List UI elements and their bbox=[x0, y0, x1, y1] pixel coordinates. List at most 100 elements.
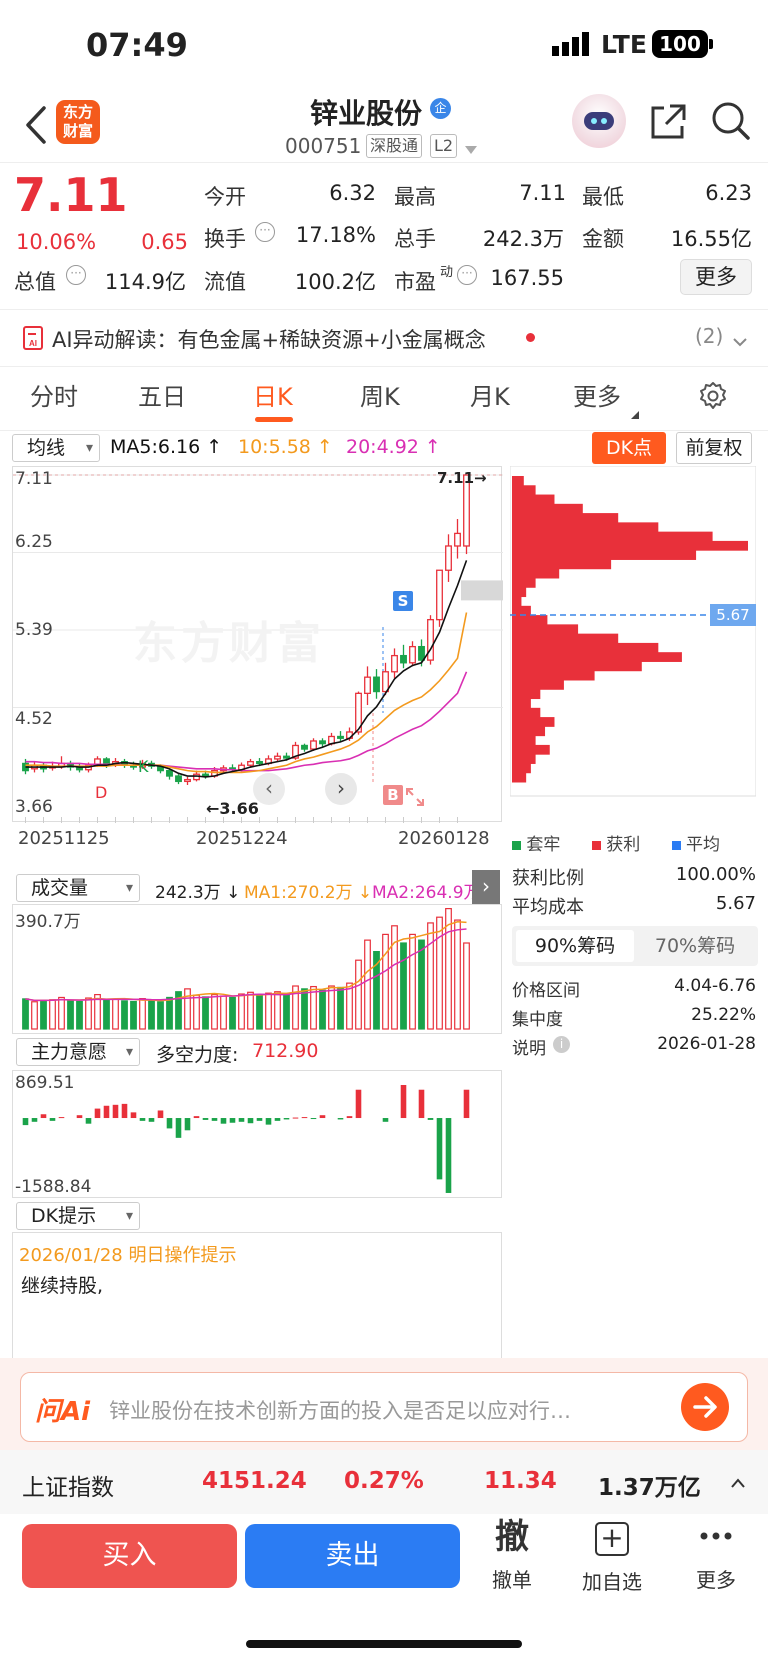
x-tick: 20251125 bbox=[18, 828, 110, 849]
add-watchlist-button[interactable]: + 加自选 bbox=[576, 1514, 648, 1604]
sell-button[interactable]: 卖出 bbox=[245, 1524, 460, 1588]
volume-indicator-select[interactable]: 成交量 bbox=[16, 874, 140, 902]
more-button[interactable]: 更多 bbox=[680, 259, 752, 295]
scroll-left-button[interactable]: ‹ bbox=[253, 773, 285, 805]
tab-more[interactable]: 更多 bbox=[573, 377, 621, 412]
ai-robot-avatar[interactable] bbox=[572, 94, 626, 148]
power-bar bbox=[265, 1118, 272, 1125]
dk-hint-select[interactable]: DK提示 bbox=[16, 1202, 140, 1230]
add-watchlist-label: 加自选 bbox=[582, 1570, 642, 1594]
more-menu-button[interactable]: 更多 bbox=[680, 1514, 752, 1604]
candle-body bbox=[382, 671, 389, 693]
tab-intraday[interactable]: 分时 bbox=[30, 377, 78, 412]
stock-code: 000751 bbox=[285, 134, 362, 158]
ma10-readout: 10:5.58 ↑ bbox=[238, 436, 333, 458]
volume-bar bbox=[247, 991, 254, 1030]
cancel-order-button[interactable]: 撤 撤单 bbox=[476, 1514, 548, 1604]
chip-bar bbox=[512, 596, 522, 607]
battery-level: 100 bbox=[659, 32, 701, 56]
index-pct: 0.27% bbox=[344, 1468, 424, 1494]
power-bar bbox=[220, 1118, 227, 1124]
adjust-price-button[interactable]: 前复权 bbox=[676, 432, 752, 464]
volume-bar bbox=[148, 1000, 155, 1030]
buy-signal-marker[interactable]: B bbox=[383, 785, 403, 805]
sell-signal-marker[interactable]: S bbox=[393, 591, 413, 611]
turnover-value: 17.18% bbox=[295, 223, 376, 247]
chevron-up-icon[interactable] bbox=[730, 1474, 746, 1493]
y-tick: 6.25 bbox=[15, 532, 53, 552]
scroll-right-button[interactable]: › bbox=[325, 773, 357, 805]
chevron-right-icon[interactable]: › bbox=[472, 870, 500, 904]
tab-90-chips[interactable]: 90%筹码 bbox=[516, 930, 634, 962]
mcap-value: 114.9亿 bbox=[104, 270, 186, 294]
home-indicator bbox=[246, 1640, 522, 1648]
tab-five-day[interactable]: 五日 bbox=[138, 377, 186, 412]
back-icon[interactable] bbox=[22, 102, 52, 148]
candle-body bbox=[337, 735, 344, 739]
power-bar bbox=[301, 1117, 308, 1119]
candle-body bbox=[319, 740, 326, 745]
watermark: 东方财富 bbox=[133, 618, 325, 669]
send-arrow-icon[interactable] bbox=[681, 1383, 729, 1431]
ask-ai-input[interactable]: 问Ai 锌业股份在技术创新方面的投入是否足以应对行… bbox=[20, 1372, 748, 1442]
ask-ai-placeholder: 锌业股份在技术创新方面的投入是否足以应对行… bbox=[109, 1399, 571, 1423]
candle-body bbox=[391, 654, 398, 673]
gear-icon[interactable] bbox=[697, 380, 729, 412]
volume-bar bbox=[229, 996, 236, 1030]
power-bar bbox=[436, 1118, 443, 1180]
power-bar bbox=[193, 1116, 200, 1119]
tab-weekly-k[interactable]: 周K bbox=[360, 377, 400, 412]
power-bar bbox=[49, 1118, 56, 1121]
chevron-down-icon[interactable] bbox=[464, 140, 478, 159]
power-ymax: 869.51 bbox=[15, 1073, 75, 1093]
info-icon[interactable]: ··· bbox=[255, 222, 275, 242]
ellipsis-icon bbox=[680, 1526, 752, 1556]
volume-bar bbox=[301, 988, 308, 1030]
info-icon[interactable]: ··· bbox=[457, 265, 477, 285]
volume-bar bbox=[157, 1001, 164, 1030]
search-icon[interactable] bbox=[710, 100, 752, 142]
more-menu-label: 更多 bbox=[696, 1568, 736, 1592]
index-ticker[interactable]: 上证指数 4151.24 0.27% 11.34 1.37万亿 bbox=[0, 1450, 768, 1514]
power-bar bbox=[355, 1089, 362, 1119]
kline-chart[interactable]: 东方财富 7.11 6.25 5.39 4.52 3.66 7.11→ ←3.6… bbox=[12, 466, 503, 823]
volume-bar bbox=[328, 985, 335, 1030]
float-label: 流值 bbox=[204, 270, 246, 294]
buy-button[interactable]: 买入 bbox=[22, 1524, 237, 1588]
chip-bar bbox=[512, 680, 564, 690]
candle-body bbox=[445, 545, 452, 571]
volume-bar bbox=[49, 999, 56, 1030]
candle-body bbox=[301, 744, 308, 750]
chip-bar bbox=[512, 661, 642, 672]
power-bar bbox=[202, 1118, 209, 1120]
last-price: 7.11 bbox=[14, 168, 128, 222]
volume-bar bbox=[364, 939, 371, 1030]
info-icon[interactable]: ··· bbox=[66, 265, 86, 285]
power-bar bbox=[256, 1118, 263, 1121]
high-label: 最高 bbox=[394, 185, 436, 209]
chip-bar bbox=[512, 503, 583, 514]
tab-monthly-k[interactable]: 月K bbox=[470, 377, 510, 412]
candle-body bbox=[247, 760, 254, 766]
enterprise-badge: 企 bbox=[430, 98, 451, 119]
chip-bar bbox=[512, 624, 579, 635]
dk-point-button[interactable]: DK点 bbox=[592, 432, 666, 464]
chip-bar bbox=[512, 559, 612, 570]
power-indicator-select[interactable]: 主力意愿 bbox=[16, 1038, 140, 1066]
ma-select[interactable]: 均线 bbox=[12, 434, 100, 462]
candle-body bbox=[409, 645, 416, 664]
expand-icon[interactable] bbox=[405, 787, 425, 811]
chip-bar bbox=[512, 615, 548, 625]
chip-distribution[interactable]: 5.67 bbox=[510, 466, 756, 822]
chip-bar bbox=[512, 744, 550, 755]
info-icon[interactable]: i bbox=[553, 1036, 570, 1053]
battery-icon: 100 bbox=[652, 30, 708, 58]
signal-icon bbox=[552, 32, 594, 56]
chip-bar bbox=[512, 485, 536, 496]
avg-cost-tag: 5.67 bbox=[710, 604, 756, 626]
power-bar bbox=[337, 1118, 344, 1120]
share-icon[interactable] bbox=[648, 102, 688, 142]
tab-70-chips[interactable]: 70%筹码 bbox=[636, 930, 754, 962]
power-bar bbox=[184, 1118, 191, 1131]
tab-daily-k[interactable]: 日K bbox=[253, 377, 293, 412]
